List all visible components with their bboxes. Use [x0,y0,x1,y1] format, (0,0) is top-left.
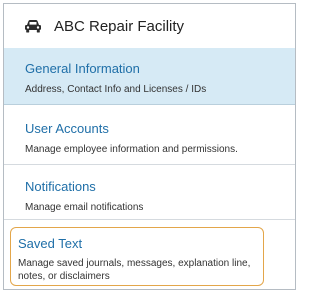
general-information-link[interactable]: General Information [25,61,295,76]
facility-name: ABC Repair Facility [54,17,185,35]
saved-text-description: Manage saved journals, messages, explana… [18,258,251,282]
panel-header: ABC Repair Facility [4,4,295,49]
saved-text-link[interactable]: Saved Text [18,236,263,251]
section-user-accounts[interactable]: User Accounts Manage employee informatio… [4,105,295,165]
notifications-link[interactable]: Notifications [25,179,295,194]
section-notifications[interactable]: Notifications Manage email notifications [4,165,295,220]
general-information-description: Address, Contact Info and Licenses / IDs [25,84,207,95]
user-accounts-link[interactable]: User Accounts [25,121,295,136]
settings-panel: ABC Repair Facility General Information … [3,3,296,290]
section-general-information[interactable]: General Information Address, Contact Inf… [4,48,295,105]
section-saved-text[interactable]: Saved Text Manage saved journals, messag… [10,227,264,286]
user-accounts-description: Manage employee information and permissi… [25,144,238,155]
notifications-description: Manage email notifications [25,202,144,213]
car-icon [25,20,41,33]
